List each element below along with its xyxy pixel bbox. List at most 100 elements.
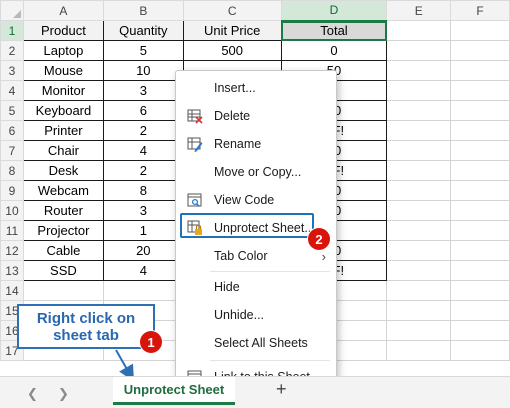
data-cell[interactable]: Webcam (22, 180, 104, 201)
data-cell[interactable]: 3 (102, 200, 184, 221)
empty-cell[interactable] (386, 140, 452, 161)
column-header-f[interactable]: F (450, 0, 510, 21)
empty-cell[interactable] (450, 120, 510, 141)
empty-cell[interactable] (386, 20, 452, 41)
menu-item-tab-color[interactable]: Tab Color › (176, 245, 336, 267)
data-cell[interactable]: Keyboard (22, 100, 104, 121)
row-header[interactable]: 13 (0, 260, 24, 281)
data-cell[interactable]: Monitor (22, 80, 104, 101)
row-header[interactable]: 14 (0, 280, 24, 301)
empty-cell[interactable] (386, 300, 452, 321)
column-header-c[interactable]: C (182, 0, 282, 21)
empty-cell[interactable] (386, 120, 452, 141)
empty-cell[interactable] (450, 280, 510, 301)
empty-cell[interactable] (386, 180, 452, 201)
data-cell[interactable]: 0 (280, 40, 388, 61)
data-cell[interactable]: Mouse (22, 60, 104, 81)
row-header[interactable]: 2 (0, 40, 24, 61)
column-header-d[interactable]: D (280, 0, 388, 22)
empty-cell[interactable] (386, 320, 452, 341)
data-cell[interactable]: 3 (102, 80, 184, 101)
data-cell[interactable]: Router (22, 200, 104, 221)
data-cell[interactable]: Projector (22, 220, 104, 241)
empty-cell[interactable] (386, 340, 452, 361)
data-cell[interactable]: 1 (102, 220, 184, 241)
empty-cell[interactable] (450, 60, 510, 81)
row-header[interactable]: 11 (0, 220, 24, 241)
empty-cell[interactable] (450, 300, 510, 321)
header-cell[interactable]: Total (280, 20, 388, 41)
data-cell[interactable]: Desk (22, 160, 104, 181)
data-cell[interactable]: 500 (182, 40, 282, 61)
empty-cell[interactable] (386, 280, 452, 301)
menu-item-delete[interactable]: Delete (176, 105, 336, 127)
data-cell[interactable]: Printer (22, 120, 104, 141)
sheet-tab-unprotect-sheet[interactable]: Unprotect Sheet (113, 377, 235, 405)
row-header[interactable]: 6 (0, 120, 24, 141)
empty-cell[interactable] (450, 20, 510, 41)
select-all-corner[interactable] (0, 0, 24, 21)
empty-cell[interactable] (450, 140, 510, 161)
empty-cell[interactable] (450, 180, 510, 201)
data-cell[interactable]: 2 (102, 160, 184, 181)
row-header[interactable]: 9 (0, 180, 24, 201)
empty-cell[interactable] (22, 280, 104, 301)
row-header[interactable]: 5 (0, 100, 24, 121)
data-cell[interactable]: 8 (102, 180, 184, 201)
empty-cell[interactable] (386, 40, 452, 61)
empty-cell[interactable] (386, 60, 452, 81)
empty-cell[interactable] (386, 80, 452, 101)
data-cell[interactable]: SSD (22, 260, 104, 281)
menu-item-unhide[interactable]: Unhide... (176, 304, 336, 326)
empty-cell[interactable] (386, 100, 452, 121)
empty-cell[interactable] (450, 200, 510, 221)
data-cell[interactable]: Laptop (22, 40, 104, 61)
menu-item-insert[interactable]: Insert... (176, 77, 336, 99)
row-header[interactable]: 8 (0, 160, 24, 181)
row-header[interactable]: 4 (0, 80, 24, 101)
data-cell[interactable]: Cable (22, 240, 104, 261)
menu-item-move-or-copy[interactable]: Move or Copy... (176, 161, 336, 183)
data-cell[interactable]: 2 (102, 120, 184, 141)
column-header-e[interactable]: E (386, 0, 452, 21)
column-header-a[interactable]: A (22, 0, 104, 21)
add-sheet-button[interactable]: + (276, 379, 287, 400)
empty-cell[interactable] (102, 280, 184, 301)
empty-cell[interactable] (450, 160, 510, 181)
data-cell[interactable]: 4 (102, 260, 184, 281)
empty-cell[interactable] (386, 200, 452, 221)
empty-cell[interactable] (450, 320, 510, 341)
data-cell[interactable]: 20 (102, 240, 184, 261)
data-cell[interactable]: 10 (102, 60, 184, 81)
menu-item-view-code[interactable]: View Code (176, 189, 336, 211)
row-header[interactable]: 12 (0, 240, 24, 261)
empty-cell[interactable] (386, 260, 452, 281)
header-cell[interactable]: Quantity (102, 20, 184, 41)
empty-cell[interactable] (450, 260, 510, 281)
menu-item-rename[interactable]: Rename (176, 133, 336, 155)
menu-item-select-all-sheets[interactable]: Select All Sheets (176, 332, 336, 354)
header-cell[interactable]: Unit Price (182, 20, 282, 41)
empty-cell[interactable] (450, 100, 510, 121)
empty-cell[interactable] (386, 240, 452, 261)
data-cell[interactable]: 5 (102, 40, 184, 61)
empty-cell[interactable] (386, 220, 452, 241)
data-cell[interactable]: 6 (102, 100, 184, 121)
empty-cell[interactable] (386, 160, 452, 181)
row-header[interactable]: 10 (0, 200, 24, 221)
scroll-right-icon[interactable]: ❯ (58, 386, 69, 402)
data-cell[interactable]: 4 (102, 140, 184, 161)
empty-cell[interactable] (450, 240, 510, 261)
empty-cell[interactable] (450, 40, 510, 61)
empty-cell[interactable] (450, 220, 510, 241)
scroll-left-icon[interactable]: ❮ (27, 386, 38, 402)
row-header[interactable]: 1 (0, 20, 24, 41)
data-cell[interactable]: Chair (22, 140, 104, 161)
row-header[interactable]: 7 (0, 140, 24, 161)
column-header-b[interactable]: B (102, 0, 184, 21)
row-header[interactable]: 3 (0, 60, 24, 81)
menu-item-hide[interactable]: Hide (176, 276, 336, 298)
empty-cell[interactable] (450, 80, 510, 101)
header-cell[interactable]: Product (22, 20, 104, 41)
empty-cell[interactable] (450, 340, 510, 361)
